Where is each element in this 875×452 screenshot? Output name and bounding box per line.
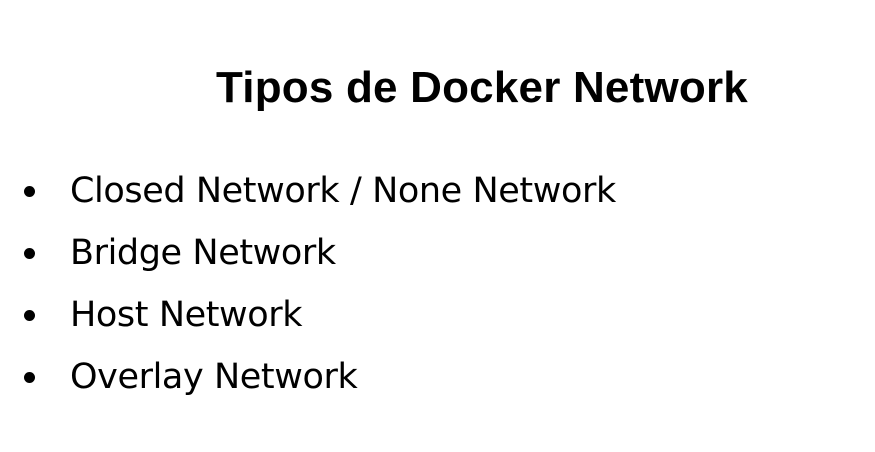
bullet-dot-icon: [24, 310, 35, 321]
slide-title: Tipos de Docker Network: [216, 63, 748, 112]
bullet-dot-icon: [24, 248, 35, 259]
bullet-text: Overlay Network: [70, 357, 358, 397]
bullet-text: Host Network: [70, 295, 303, 335]
bullet-dot-icon: [24, 372, 35, 383]
bullet-text: Bridge Network: [70, 233, 336, 273]
bullet-dot-icon: [24, 186, 35, 197]
bullet-text: Closed Network / None Network: [70, 171, 616, 211]
slide: Tipos de Docker Network Closed Network /…: [0, 0, 875, 452]
